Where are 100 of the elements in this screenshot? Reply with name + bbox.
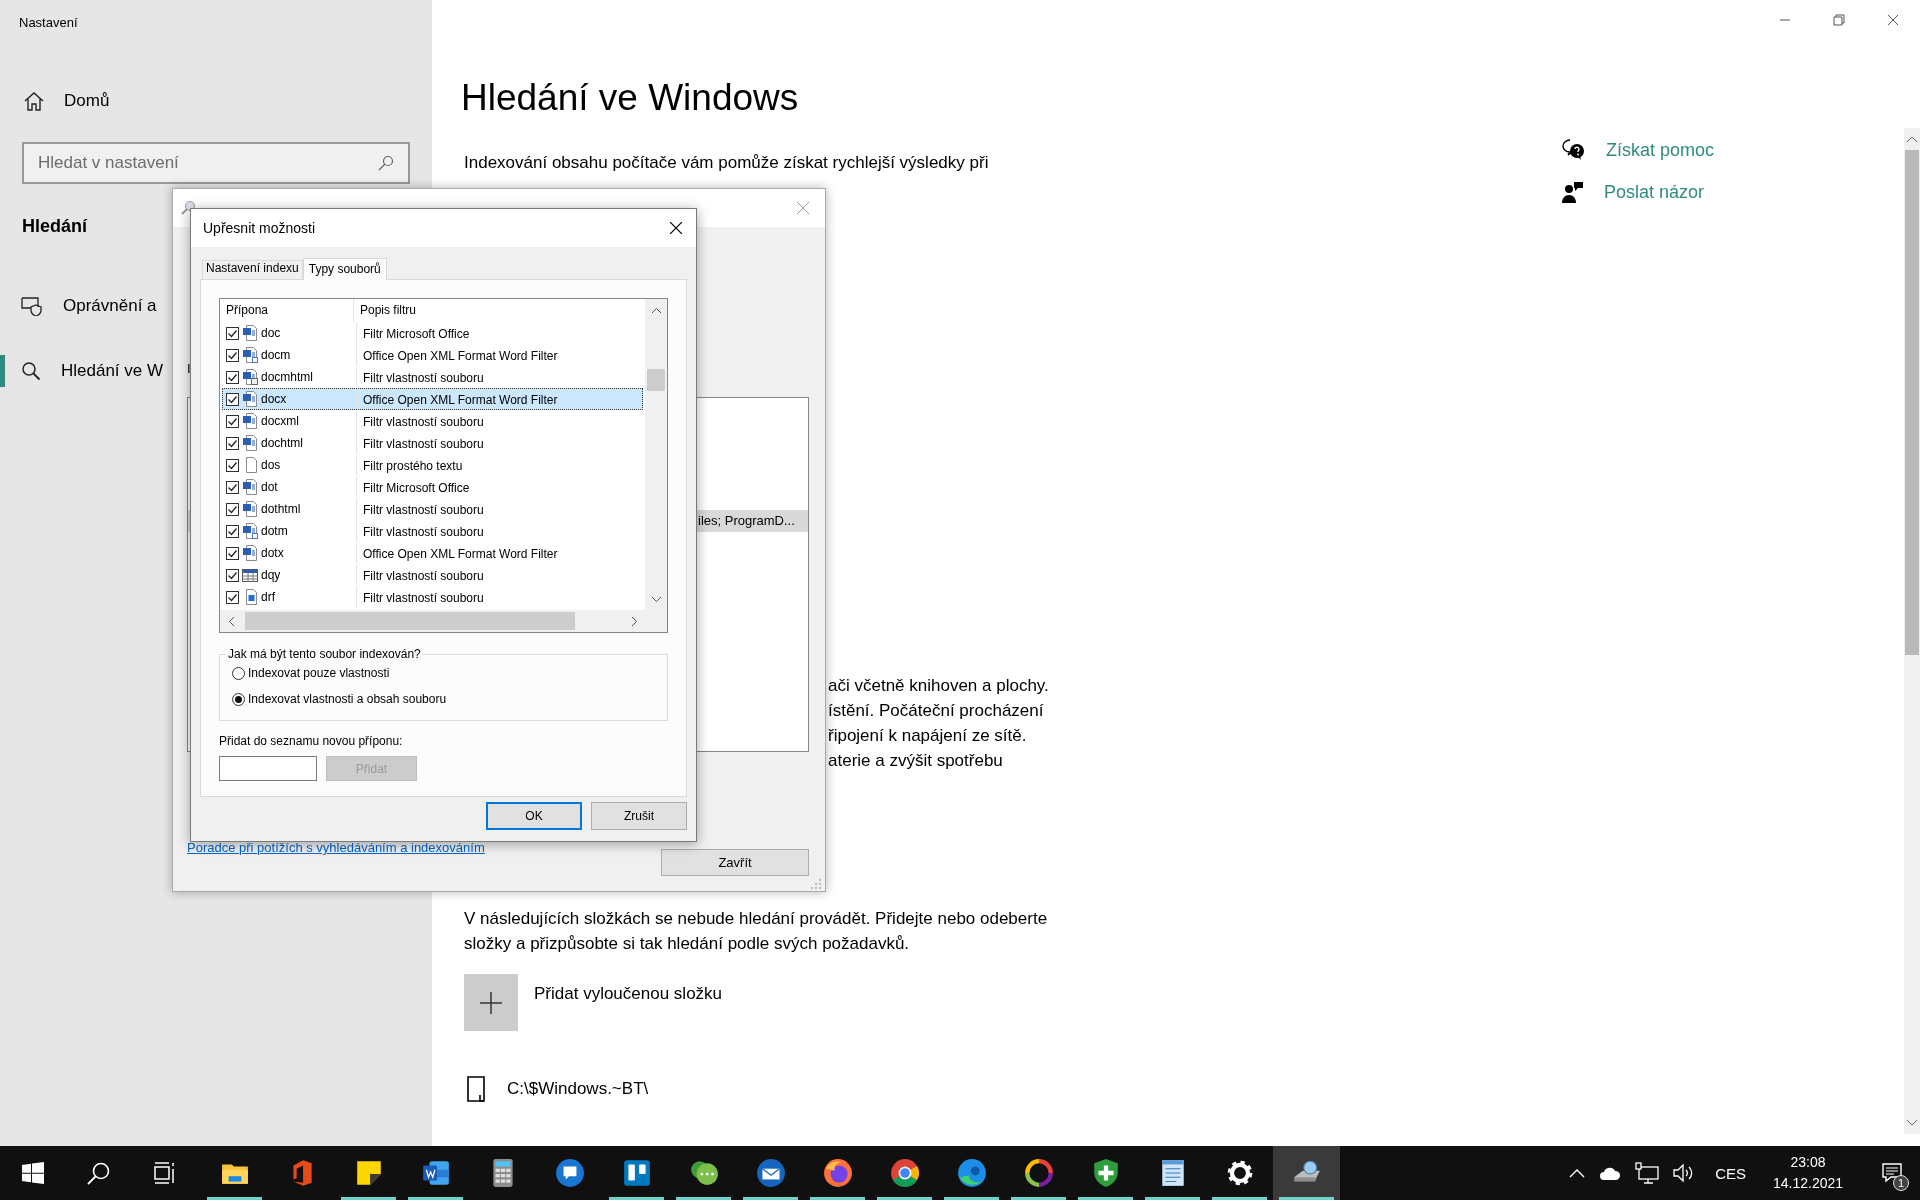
color-ring-icon[interactable] [1023, 1158, 1054, 1188]
nav-link[interactable]: Domů [64, 91, 110, 111]
radio-button[interactable] [232, 692, 245, 706]
board-icon[interactable] [621, 1158, 652, 1188]
language-indicator[interactable]: CES [1715, 1164, 1746, 1182]
dialog-button[interactable]: OK [486, 802, 582, 830]
table-cell-text: dqy [261, 567, 281, 584]
description-text: Indexování obsahu počítače vám pomůže získat rychlejší výsledky při [464, 152, 989, 174]
checkbox[interactable] [226, 392, 239, 406]
table-row[interactable]: docx Office Open XML Format Word Filter [222, 388, 643, 410]
checkbox[interactable] [226, 590, 239, 604]
input-field[interactable] [219, 756, 317, 781]
scroll-right-icon[interactable] [631, 616, 637, 626]
scroll-down-icon[interactable] [1907, 1120, 1917, 1126]
network-icon[interactable] [1635, 1162, 1660, 1184]
checkbox[interactable] [226, 370, 239, 384]
window-title: Nastavení [18, 14, 79, 32]
sidebar-item[interactable]: Oprávnění a [63, 296, 157, 316]
sidebar-item[interactable]: Hledání ve W [61, 361, 164, 381]
help-link[interactable]: Získat pomoc [1606, 139, 1715, 161]
table-row[interactable]: dot Filtr Microsoft Office [222, 476, 643, 498]
checkbox[interactable] [226, 458, 239, 472]
document-app-icon[interactable] [420, 1158, 451, 1188]
resize-grip-icon[interactable] [811, 879, 821, 889]
table-row[interactable]: dochtml Filtr vlastností souboru [222, 432, 643, 454]
close-icon[interactable] [1887, 14, 1899, 26]
scroll-thumb[interactable] [1905, 150, 1919, 655]
clock[interactable]: 23:08 14.12.2021 [1766, 1152, 1850, 1194]
table-row[interactable]: docxml Filtr vlastností souboru [222, 410, 643, 432]
clock-time: 23:08 [1790, 1153, 1826, 1172]
table-row[interactable]: dos Filtr prostého textu [222, 454, 643, 476]
field-label: Přidat do seznamu novou příponu: [219, 734, 404, 750]
table-row[interactable]: doc Filtr Microsoft Office [222, 322, 643, 344]
checkbox[interactable] [226, 480, 239, 494]
table-cell-text: Filtr prostého textu [362, 458, 463, 475]
table-row[interactable]: dothtml Filtr vlastností souboru [222, 498, 643, 520]
scrollbar[interactable] [220, 610, 645, 632]
swirl-circle-icon[interactable] [956, 1158, 987, 1188]
word-file-icon [242, 435, 258, 451]
task-view-icon[interactable] [153, 1162, 177, 1184]
radio-button[interactable] [232, 666, 245, 680]
table-row[interactable]: dotm Filtr vlastností souboru [222, 520, 643, 542]
tri-color-circle-icon[interactable] [889, 1158, 920, 1188]
word-file-icon [242, 545, 258, 561]
folder-path[interactable]: C:\$Windows.~BT\ [507, 1079, 649, 1099]
table-row[interactable]: dqy Filtr vlastností souboru [222, 564, 643, 586]
search-icon[interactable] [87, 1161, 111, 1185]
tab[interactable]: Nastavení indexu [202, 260, 303, 279]
chevron-up-icon[interactable] [1569, 1168, 1586, 1178]
taskbar-button[interactable] [1273, 1146, 1340, 1200]
search-field[interactable]: Hledat v nastavení [22, 142, 410, 184]
table-cell-text: Filtr vlastností souboru [362, 568, 484, 585]
table-row[interactable]: drf Filtr vlastností souboru [222, 586, 643, 608]
close-button[interactable]: Zavřít [661, 849, 809, 876]
troubleshoot-link[interactable]: Poradce při potížích s vyhledáváním a indexováním [187, 840, 485, 855]
browser-globe-icon[interactable] [822, 1158, 853, 1188]
table-cell-text: Filtr vlastností souboru [362, 524, 484, 541]
add-folder-button[interactable] [464, 974, 518, 1031]
checkbox[interactable] [226, 348, 239, 362]
close-icon[interactable] [670, 222, 682, 234]
scroll-down-icon[interactable] [651, 596, 661, 602]
checkbox[interactable] [226, 414, 239, 428]
scrollbar[interactable] [645, 299, 667, 610]
scroll-thumb[interactable] [647, 369, 665, 391]
page-title: Hledání ve Windows [461, 76, 800, 120]
scroll-left-icon[interactable] [228, 616, 234, 626]
chat-icon[interactable] [554, 1158, 585, 1188]
table-row[interactable]: dotx Office Open XML Format Word Filter [222, 542, 643, 564]
checkbox[interactable] [226, 436, 239, 450]
scroll-thumb[interactable] [245, 612, 575, 630]
table-cell-text: docmhtml [261, 369, 313, 386]
column-header[interactable]: Přípona [220, 299, 354, 322]
table-row[interactable]: docmhtml Filtr vlastností souboru [222, 366, 643, 388]
checkbox[interactable] [226, 326, 239, 340]
notification-button[interactable]: 1 [1872, 1153, 1912, 1193]
folder-outline-icon [467, 1076, 485, 1102]
checkbox[interactable] [226, 546, 239, 560]
cloud-icon[interactable] [1599, 1166, 1622, 1180]
radio-label[interactable]: Indexovat vlastnosti a obsah souboru [248, 692, 447, 706]
envelope-icon[interactable] [755, 1158, 786, 1188]
checkbox[interactable] [226, 568, 239, 582]
table-row[interactable]: docm Office Open XML Format Word Filter [222, 344, 643, 366]
radio-label[interactable]: Indexovat pouze vlastnosti [248, 666, 390, 680]
macro-file-icon [242, 523, 258, 539]
start-icon[interactable] [22, 1162, 44, 1184]
help-chat-icon [1562, 139, 1586, 161]
scroll-up-icon[interactable] [651, 307, 661, 313]
speech-bubbles-icon[interactable] [688, 1158, 719, 1188]
help-link[interactable]: Poslat názor [1604, 181, 1705, 203]
table-cell-text: docx [261, 391, 287, 408]
scrollbar[interactable] [1904, 128, 1920, 1134]
macro-file-icon [242, 347, 258, 363]
checkbox[interactable] [226, 524, 239, 538]
scroll-up-icon[interactable] [1907, 136, 1917, 142]
file-type-list[interactable] [219, 298, 668, 633]
dialog-button[interactable]: Zrušit [591, 802, 687, 830]
checkbox[interactable] [226, 502, 239, 516]
restore-icon[interactable] [1833, 14, 1845, 26]
column-header[interactable]: Popis filtru [354, 299, 488, 322]
tab[interactable]: Typy souborů [302, 258, 387, 280]
